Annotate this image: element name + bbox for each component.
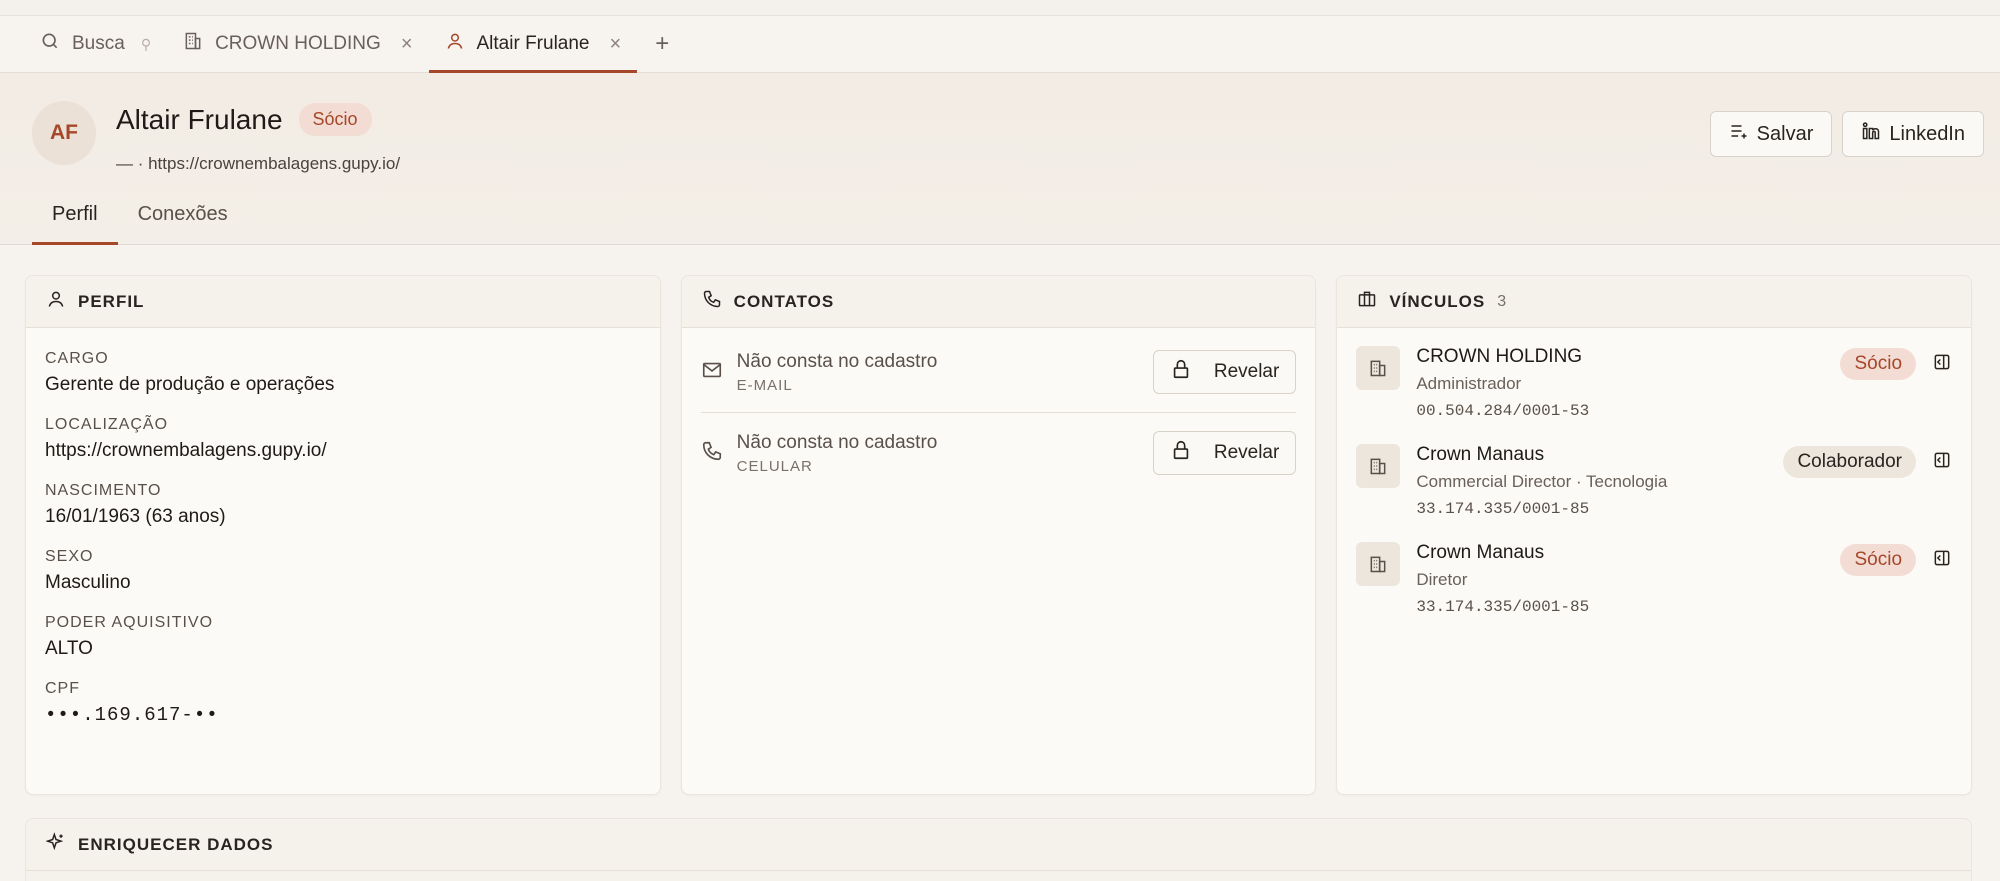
tab-label: Busca [72, 33, 125, 54]
reveal-phone-button[interactable]: Revelar [1152, 431, 1297, 475]
company-role: Administrador [1416, 374, 1522, 393]
list-item[interactable]: Crown Manaus Diretor 33.174.335/0001-85 … [1356, 542, 1952, 616]
company-cnpj: 00.504.284/0001-53 [1416, 402, 1590, 420]
company-role: Diretor [1416, 570, 1468, 589]
perfil-card: PERFIL CARGO Gerente de produção e operaç… [25, 275, 661, 795]
field-value: Gerente de produção e operações [45, 374, 335, 395]
open-panel-icon[interactable] [1932, 548, 1952, 573]
list-item[interactable]: Crown Manaus Commercial Director · Tecno… [1356, 444, 1952, 518]
briefcase-icon [1357, 289, 1377, 314]
contact-value: Não consta no cadastro [736, 350, 938, 372]
phone-icon [702, 289, 722, 314]
company-name: CROWN HOLDING [1416, 346, 1583, 367]
open-panel-icon[interactable] [1932, 450, 1952, 475]
list-item[interactable]: CROWN HOLDING Administrador 00.504.284/0… [1356, 346, 1952, 420]
company-name: Crown Manaus [1416, 444, 1545, 465]
field-label: CARGO [45, 350, 109, 367]
save-button[interactable]: Salvar [1709, 111, 1833, 157]
contact-email-row: Não consta no cadastro E-MAIL Revelar [700, 342, 1297, 413]
vinculos-count: 3 [1497, 292, 1508, 310]
header-subtitle: — · https://crownembalagens.gupy.io/ [116, 154, 401, 173]
pin-icon[interactable]: ⚲ [141, 36, 151, 53]
card-title: PERFIL [78, 291, 145, 311]
tab-crown-holding[interactable]: CROWN HOLDING × [167, 16, 428, 72]
tab-busca[interactable]: Busca ⚲ [24, 16, 167, 72]
field-value: Masculino [45, 572, 131, 593]
lock-icon [1170, 439, 1206, 467]
building-icon [1356, 346, 1401, 390]
company-cnpj: 33.174.335/0001-85 [1416, 598, 1590, 616]
tab-label: Altair Frulane [476, 33, 590, 54]
company-cnpj: 33.174.335/0001-85 [1416, 500, 1590, 518]
lock-icon [1170, 358, 1206, 386]
linkedin-button[interactable]: LinkedIn [1842, 111, 1984, 157]
tab-perfil[interactable]: Perfil [32, 203, 118, 245]
field-label: PODER AQUISITIVO [45, 614, 214, 631]
reveal-email-button[interactable]: Revelar [1152, 350, 1297, 394]
field-value: ALTO [45, 638, 93, 659]
field-value: 16/01/1963 (63 anos) [45, 506, 226, 527]
close-icon[interactable]: × [401, 33, 413, 56]
contact-phone-row: Não consta no cadastro CELULAR Revelar [701, 413, 1297, 493]
company-name: Crown Manaus [1416, 542, 1545, 563]
linkedin-icon [1861, 121, 1881, 147]
enriquecer-card: ENRIQUECER DADOS [25, 818, 1972, 881]
card-title: CONTATOS [733, 291, 835, 311]
contact-type: E-MAIL [736, 376, 793, 394]
role-badge: Sócio [1840, 544, 1917, 576]
contact-type: CELULAR [736, 457, 813, 475]
sparkles-icon [45, 832, 66, 857]
avatar: AF [32, 101, 96, 165]
search-icon [40, 31, 60, 57]
tab-bar: Busca ⚲ CROWN HOLDING × Altair Frulane ×… [0, 16, 2000, 73]
card-title: VÍNCULOS [1389, 291, 1486, 311]
list-add-icon [1729, 121, 1749, 147]
field-value: •••.169.617-•• [45, 704, 219, 726]
tab-altair-frulane[interactable]: Altair Frulane × [428, 16, 638, 73]
field-label: LOCALIZAÇÃO [45, 416, 169, 433]
field-label: SEXO [45, 548, 94, 565]
window-top-strip [0, 0, 2000, 16]
user-icon [46, 289, 66, 314]
contact-value: Não consta no cadastro [736, 431, 938, 453]
role-badge: Sócio [1840, 348, 1917, 380]
card-title: ENRIQUECER DADOS [78, 834, 274, 854]
mail-icon [701, 359, 737, 386]
tab-label: CROWN HOLDING [215, 33, 381, 54]
building-icon [1356, 542, 1401, 586]
status-badge: Sócio [298, 103, 372, 136]
page-title: Altair Frulane [116, 103, 283, 135]
tab-conexoes[interactable]: Conexões [118, 203, 248, 244]
role-badge: Colaborador [1783, 446, 1917, 478]
field-label: NASCIMENTO [45, 482, 162, 499]
profile-header: AF Altair Frulane Sócio — · https://crow… [0, 73, 2000, 245]
vinculos-card: VÍNCULOS 3 CROWN HOLDING Administrador 0… [1336, 275, 1973, 795]
close-icon[interactable]: × [610, 33, 622, 56]
contatos-card: CONTATOS Não consta no cadastro E-MAIL R… [680, 275, 1317, 795]
company-role: Commercial Director · Tecnologia [1416, 472, 1668, 491]
open-panel-icon[interactable] [1932, 352, 1952, 377]
field-label: CPF [45, 680, 80, 697]
building-icon [1356, 444, 1401, 488]
field-value: https://crownembalagens.gupy.io/ [45, 440, 327, 461]
phone-icon [701, 440, 737, 467]
add-tab-button[interactable]: + [637, 16, 687, 72]
user-icon [445, 31, 465, 57]
building-icon [183, 31, 203, 57]
